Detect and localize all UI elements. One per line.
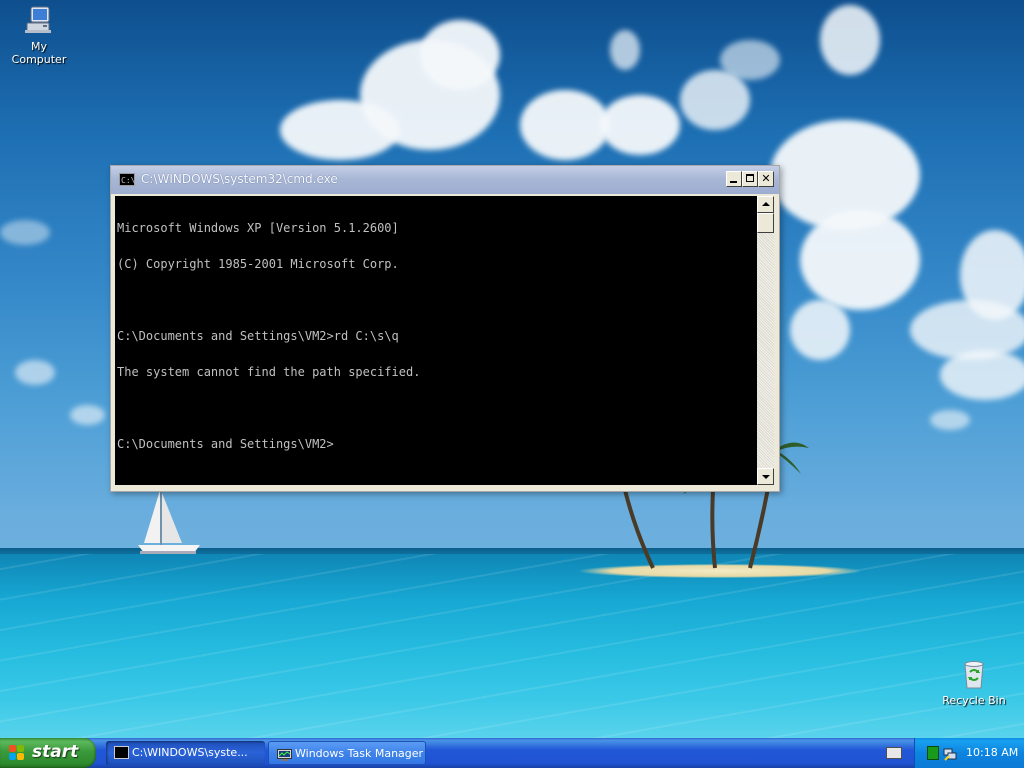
maximize-icon [746, 174, 754, 182]
wallpaper-cloud [0, 220, 50, 245]
tray-app-icon[interactable] [927, 746, 939, 760]
wallpaper-cloud [420, 20, 500, 90]
clock[interactable]: 10:18 AM [966, 746, 1018, 759]
close-icon: ✕ [761, 172, 771, 185]
scroll-thumb[interactable] [757, 213, 774, 233]
desktop-icon-label: Recycle Bin [942, 694, 1006, 707]
vertical-scrollbar[interactable] [757, 196, 774, 485]
keyboard-icon[interactable] [886, 747, 902, 759]
console-prompt-line: C:\Documents and Settings\VM2> [117, 437, 334, 451]
taskbar-button-label: Windows Task Manager [295, 747, 424, 760]
start-label: start [32, 742, 79, 762]
wallpaper-cloud [600, 95, 680, 155]
taskbar-button-cmd[interactable]: C:\WINDOWS\syste... [106, 741, 265, 765]
windows-logo-icon [9, 745, 25, 761]
console-output[interactable]: Microsoft Windows XP [Version 5.1.2600] … [115, 196, 757, 485]
wallpaper-cloud [930, 410, 970, 430]
wallpaper-cloud [940, 350, 1024, 400]
wallpaper-cloud [720, 40, 780, 80]
cmd-window[interactable]: C:\ C:\WINDOWS\system32\cmd.exe ✕ Micros… [110, 165, 780, 492]
window-titlebar[interactable]: C:\ C:\WINDOWS\system32\cmd.exe ✕ [111, 166, 779, 194]
sailboat-image [138, 488, 200, 554]
taskbar-button-task-manager[interactable]: Windows Task Manager [268, 741, 426, 765]
recycle-bin-icon [958, 658, 990, 690]
task-manager-icon [277, 747, 292, 761]
console-line: The system cannot find the path specifie… [117, 365, 421, 379]
network-icon[interactable] [943, 746, 957, 761]
maximize-button[interactable] [742, 171, 758, 187]
close-button[interactable]: ✕ [758, 171, 774, 187]
desktop-icon-label: My Computer [11, 40, 67, 66]
taskbar: start C:\WINDOWS\syste... Windows Task M… [0, 738, 1024, 768]
console-line: (C) Copyright 1985-2001 Microsoft Corp. [117, 257, 399, 271]
wallpaper-cloud [800, 210, 920, 310]
sea-ripple [0, 554, 1024, 738]
cmd-icon [114, 746, 129, 759]
wallpaper-cloud [680, 70, 750, 130]
cmd-app-icon[interactable]: C:\ [119, 173, 135, 186]
arrow-down-icon [762, 475, 770, 479]
console-line: C:\Documents and Settings\VM2>rd C:\s\q [117, 329, 399, 343]
window-title: C:\WINDOWS\system32\cmd.exe [141, 172, 338, 186]
scroll-down-button[interactable] [757, 468, 774, 485]
scroll-up-button[interactable] [757, 196, 774, 213]
system-tray: 10:18 AM [914, 738, 1024, 768]
wallpaper-cloud [520, 90, 610, 160]
desktop-icon-recycle-bin[interactable]: Recycle Bin [937, 658, 1011, 707]
wallpaper-cloud [610, 30, 640, 70]
wallpaper-cloud [15, 360, 55, 385]
arrow-up-icon [762, 202, 770, 206]
minimize-button[interactable] [726, 171, 742, 187]
my-computer-icon [23, 4, 55, 36]
desktop-icon-my-computer[interactable]: My Computer [2, 4, 76, 66]
start-button[interactable]: start [0, 738, 96, 768]
wallpaper-cloud [820, 5, 880, 75]
wallpaper-cloud [790, 300, 850, 360]
minimize-icon [730, 181, 737, 183]
taskbar-button-label: C:\WINDOWS\syste... [132, 746, 248, 759]
wallpaper-cloud [70, 405, 105, 425]
console-line: Microsoft Windows XP [Version 5.1.2600] [117, 221, 399, 235]
